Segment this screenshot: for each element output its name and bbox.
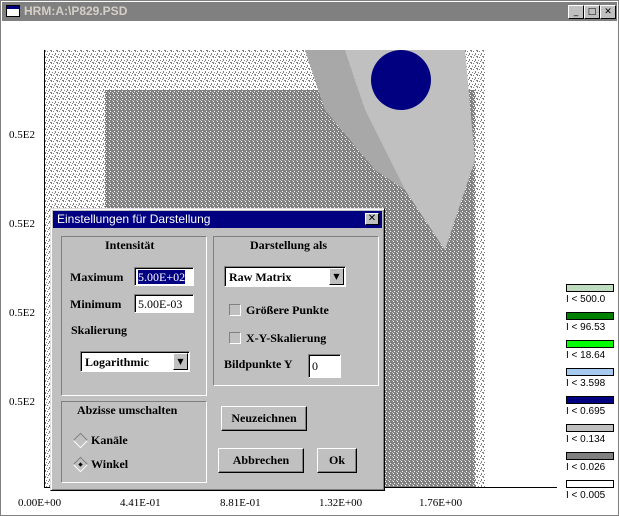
legend-label: I < 18.64 xyxy=(566,350,606,361)
minimum-label: Minimum xyxy=(70,297,122,311)
neuzeichnen-button[interactable]: Neuzeichnen xyxy=(221,406,307,431)
skalierung-label: Skalierung xyxy=(71,323,128,337)
x-tick-label: 1.76E+00 xyxy=(419,497,463,509)
darstellung-heading: Darstellung als xyxy=(250,238,328,252)
minimum-input[interactable]: 5.00E-03 xyxy=(134,294,194,313)
groessere-punkte-checkbox[interactable] xyxy=(229,304,241,316)
xy-skalierung-label: X-Y-Skalierung xyxy=(246,331,327,345)
legend-label: I < 96.53 xyxy=(566,322,606,333)
xy-skalierung-checkbox[interactable] xyxy=(229,332,241,344)
legend-swatch xyxy=(566,452,614,460)
legend-label: I < 0.134 xyxy=(566,434,606,445)
legend-label: I < 500.0 xyxy=(566,294,606,305)
groessere-punkte-label: Größere Punkte xyxy=(246,303,329,317)
title-bar[interactable]: HRM:A:\P829.PSD _ □ ✕ xyxy=(2,2,617,21)
darstellung-value: Raw Matrix xyxy=(229,270,292,284)
y-axis xyxy=(44,50,45,488)
legend-swatch xyxy=(566,312,614,320)
dialog-close-button[interactable]: ✕ xyxy=(365,213,379,225)
abbrechen-button[interactable]: Abbrechen xyxy=(218,448,304,473)
maximum-label: Maximum xyxy=(70,270,124,284)
y-tick-label: 0.5E2 xyxy=(9,218,35,230)
legend-label: I < 0.005 xyxy=(566,490,606,501)
settings-dialog: Einstellungen für Darstellung ✕ Intensit… xyxy=(50,208,385,491)
legend-swatch xyxy=(566,368,614,376)
close-button[interactable]: ✕ xyxy=(600,5,616,19)
maximum-input[interactable]: 5.00E+02 xyxy=(134,267,194,286)
dialog-title-bar[interactable]: Einstellungen für Darstellung ✕ xyxy=(53,211,382,228)
dialog-title: Einstellungen für Darstellung xyxy=(57,212,211,226)
kanaele-label: Kanäle xyxy=(91,433,128,447)
legend-swatch xyxy=(566,480,614,488)
legend-swatch xyxy=(566,284,614,292)
legend-swatch xyxy=(566,340,614,348)
intensitaet-group xyxy=(61,236,207,396)
darstellung-select[interactable]: Raw Matrix ▼ xyxy=(224,266,346,287)
main-window: HRM:A:\P829.PSD _ □ ✕ 0.5E2 0.5E2 0.5E2 … xyxy=(0,0,619,516)
maximize-button[interactable]: □ xyxy=(584,5,600,19)
x-tick-label: 1.32E+00 xyxy=(319,497,363,509)
intensitaet-heading: Intensität xyxy=(105,238,155,252)
bildpunkte-label: Bildpunkte Y xyxy=(224,357,293,371)
legend-swatch xyxy=(566,396,614,404)
legend-label: I < 0.026 xyxy=(566,462,606,473)
y-tick-label: 0.5E2 xyxy=(9,396,35,408)
app-icon xyxy=(6,5,20,17)
x-tick-label: 8.81E-01 xyxy=(220,497,261,509)
ok-button[interactable]: Ok xyxy=(317,448,357,473)
y-tick-label: 0.5E2 xyxy=(9,129,35,141)
chevron-down-icon[interactable]: ▼ xyxy=(329,268,344,285)
y-tick-label: 0.5E2 xyxy=(9,307,35,319)
legend-label: I < 3.598 xyxy=(566,378,606,389)
skalierung-value: Logarithmic xyxy=(85,355,149,369)
window-title: HRM:A:\P829.PSD xyxy=(24,4,128,18)
x-tick-label: 0.00E+00 xyxy=(18,497,62,509)
x-tick-label: 4.41E-01 xyxy=(120,497,161,509)
chevron-down-icon[interactable]: ▼ xyxy=(173,353,188,370)
minimize-button[interactable]: _ xyxy=(568,5,584,19)
bildpunkte-input[interactable]: 0 xyxy=(308,354,341,378)
skalierung-select[interactable]: Logarithmic ▼ xyxy=(80,351,190,372)
winkel-label: Winkel xyxy=(91,457,129,471)
abzisse-heading: Abzisse umschalten xyxy=(77,403,178,417)
legend-label: I < 0.695 xyxy=(566,406,606,417)
legend-swatch xyxy=(566,424,614,432)
